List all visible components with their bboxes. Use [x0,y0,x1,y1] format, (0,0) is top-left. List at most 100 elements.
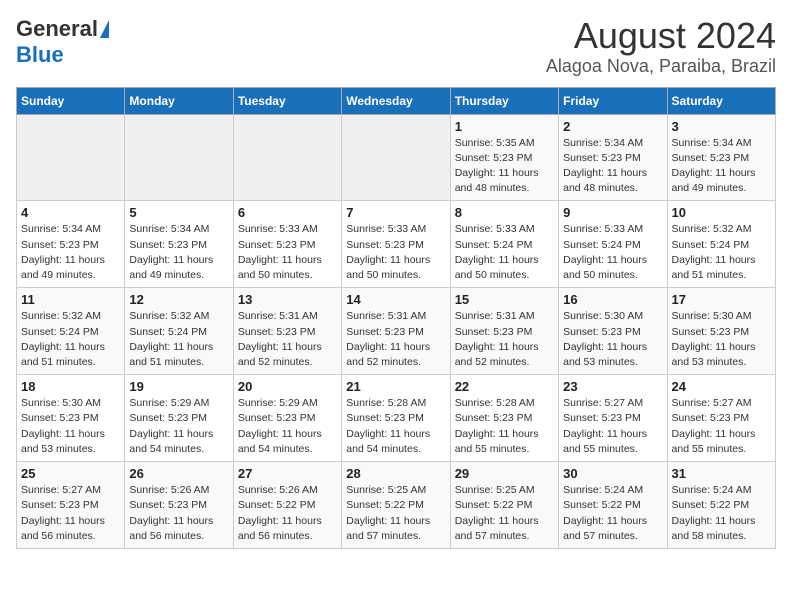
day-number: 24 [672,379,771,394]
day-cell: 27 Sunrise: 5:26 AM Sunset: 5:22 PM Dayli… [233,462,341,549]
calendar-header: SundayMondayTuesdayWednesdayThursdayFrid… [17,87,776,114]
day-cell: 9 Sunrise: 5:33 AM Sunset: 5:24 PM Daylig… [559,201,667,288]
day-number: 3 [672,119,771,134]
day-cell: 26 Sunrise: 5:26 AM Sunset: 5:23 PM Dayli… [125,462,233,549]
day-info: Sunrise: 5:32 AM Sunset: 5:24 PM Dayligh… [672,222,771,283]
day-cell: 28 Sunrise: 5:25 AM Sunset: 5:22 PM Dayli… [342,462,450,549]
day-info: Sunrise: 5:34 AM Sunset: 5:23 PM Dayligh… [129,222,228,283]
day-info: Sunrise: 5:34 AM Sunset: 5:23 PM Dayligh… [21,222,120,283]
day-cell: 24Sunrise: 5:27 AM Sunset: 5:23 PM Dayli… [667,375,775,462]
day-cell: 4 Sunrise: 5:34 AM Sunset: 5:23 PM Daylig… [17,201,125,288]
calendar-body: 1 Sunrise: 5:35 AM Sunset: 5:23 PM Daylig… [17,114,776,548]
day-cell [342,114,450,201]
day-info: Sunrise: 5:33 AM Sunset: 5:23 PM Dayligh… [346,222,445,283]
day-number: 14 [346,292,445,307]
day-info: Sunrise: 5:33 AM Sunset: 5:24 PM Dayligh… [563,222,662,283]
day-cell: 31 Sunrise: 5:24 AM Sunset: 5:22 PM Dayli… [667,462,775,549]
day-number: 16 [563,292,662,307]
day-info: Sunrise: 5:27 AM Sunset: 5:23 PM Dayligh… [21,483,120,544]
week-row-2: 4 Sunrise: 5:34 AM Sunset: 5:23 PM Daylig… [17,201,776,288]
day-number: 1 [455,119,554,134]
day-cell: 15 Sunrise: 5:31 AM Sunset: 5:23 PM Dayli… [450,288,558,375]
logo-blue: Blue [16,42,64,67]
day-info: Sunrise: 5:35 AM Sunset: 5:23 PM Dayligh… [455,136,554,197]
day-number: 31 [672,466,771,481]
day-cell: 14Sunrise: 5:31 AM Sunset: 5:23 PM Dayli… [342,288,450,375]
weekday-header-thursday: Thursday [450,87,558,114]
day-number: 26 [129,466,228,481]
day-number: 27 [238,466,337,481]
day-info: Sunrise: 5:27 AM Sunset: 5:23 PM Dayligh… [563,396,662,457]
day-cell: 6Sunrise: 5:33 AM Sunset: 5:23 PM Daylig… [233,201,341,288]
day-cell: 17 Sunrise: 5:30 AM Sunset: 5:23 PM Dayli… [667,288,775,375]
day-cell: 13Sunrise: 5:31 AM Sunset: 5:23 PM Dayli… [233,288,341,375]
day-number: 25 [21,466,120,481]
day-cell: 18 Sunrise: 5:30 AM Sunset: 5:23 PM Dayli… [17,375,125,462]
week-row-4: 18 Sunrise: 5:30 AM Sunset: 5:23 PM Dayli… [17,375,776,462]
day-number: 30 [563,466,662,481]
day-number: 11 [21,292,120,307]
day-number: 9 [563,205,662,220]
day-info: Sunrise: 5:26 AM Sunset: 5:22 PM Dayligh… [238,483,337,544]
logo: General Blue [16,16,109,68]
day-number: 23 [563,379,662,394]
day-number: 2 [563,119,662,134]
calendar-table: SundayMondayTuesdayWednesdayThursdayFrid… [16,87,776,549]
day-info: Sunrise: 5:25 AM Sunset: 5:22 PM Dayligh… [346,483,445,544]
day-number: 10 [672,205,771,220]
day-cell: 29Sunrise: 5:25 AM Sunset: 5:22 PM Dayli… [450,462,558,549]
day-cell: 7 Sunrise: 5:33 AM Sunset: 5:23 PM Daylig… [342,201,450,288]
day-cell: 19Sunrise: 5:29 AM Sunset: 5:23 PM Dayli… [125,375,233,462]
day-cell: 2Sunrise: 5:34 AM Sunset: 5:23 PM Daylig… [559,114,667,201]
day-cell: 21Sunrise: 5:28 AM Sunset: 5:23 PM Dayli… [342,375,450,462]
day-info: Sunrise: 5:32 AM Sunset: 5:24 PM Dayligh… [129,309,228,370]
day-number: 12 [129,292,228,307]
day-info: Sunrise: 5:33 AM Sunset: 5:24 PM Dayligh… [455,222,554,283]
day-cell: 30 Sunrise: 5:24 AM Sunset: 5:22 PM Dayli… [559,462,667,549]
day-number: 28 [346,466,445,481]
week-row-5: 25 Sunrise: 5:27 AM Sunset: 5:23 PM Dayli… [17,462,776,549]
weekday-header-wednesday: Wednesday [342,87,450,114]
day-number: 21 [346,379,445,394]
weekday-header-tuesday: Tuesday [233,87,341,114]
day-number: 20 [238,379,337,394]
day-number: 7 [346,205,445,220]
day-info: Sunrise: 5:24 AM Sunset: 5:22 PM Dayligh… [672,483,771,544]
day-cell [125,114,233,201]
day-info: Sunrise: 5:24 AM Sunset: 5:22 PM Dayligh… [563,483,662,544]
day-info: Sunrise: 5:31 AM Sunset: 5:23 PM Dayligh… [455,309,554,370]
weekday-header-monday: Monday [125,87,233,114]
day-number: 17 [672,292,771,307]
page-subtitle: Alagoa Nova, Paraiba, Brazil [546,56,776,77]
day-cell: 23 Sunrise: 5:27 AM Sunset: 5:23 PM Dayli… [559,375,667,462]
day-number: 18 [21,379,120,394]
day-info: Sunrise: 5:30 AM Sunset: 5:23 PM Dayligh… [672,309,771,370]
week-row-1: 1 Sunrise: 5:35 AM Sunset: 5:23 PM Daylig… [17,114,776,201]
day-cell: 25 Sunrise: 5:27 AM Sunset: 5:23 PM Dayli… [17,462,125,549]
day-info: Sunrise: 5:30 AM Sunset: 5:23 PM Dayligh… [21,396,120,457]
day-cell: 3Sunrise: 5:34 AM Sunset: 5:23 PM Daylig… [667,114,775,201]
title-block: August 2024 Alagoa Nova, Paraiba, Brazil [546,16,776,77]
day-number: 6 [238,205,337,220]
day-number: 29 [455,466,554,481]
day-info: Sunrise: 5:28 AM Sunset: 5:23 PM Dayligh… [455,396,554,457]
day-number: 15 [455,292,554,307]
day-number: 8 [455,205,554,220]
day-number: 22 [455,379,554,394]
day-number: 4 [21,205,120,220]
day-info: Sunrise: 5:29 AM Sunset: 5:23 PM Dayligh… [238,396,337,457]
day-cell [17,114,125,201]
day-cell [233,114,341,201]
day-cell: 20 Sunrise: 5:29 AM Sunset: 5:23 PM Dayli… [233,375,341,462]
week-row-3: 11 Sunrise: 5:32 AM Sunset: 5:24 PM Dayli… [17,288,776,375]
day-cell: 5 Sunrise: 5:34 AM Sunset: 5:23 PM Daylig… [125,201,233,288]
weekday-header-friday: Friday [559,87,667,114]
day-number: 19 [129,379,228,394]
page-title: August 2024 [546,16,776,56]
weekday-header-sunday: Sunday [17,87,125,114]
day-cell: 16Sunrise: 5:30 AM Sunset: 5:23 PM Dayli… [559,288,667,375]
day-info: Sunrise: 5:26 AM Sunset: 5:23 PM Dayligh… [129,483,228,544]
day-cell: 1 Sunrise: 5:35 AM Sunset: 5:23 PM Daylig… [450,114,558,201]
day-cell: 12 Sunrise: 5:32 AM Sunset: 5:24 PM Dayli… [125,288,233,375]
day-number: 5 [129,205,228,220]
